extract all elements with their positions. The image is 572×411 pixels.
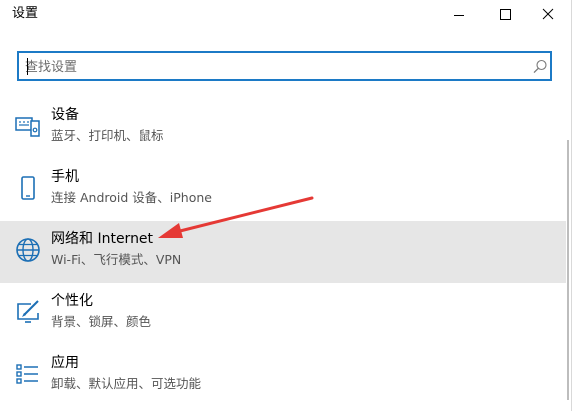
search-icon[interactable] (531, 58, 549, 76)
window-title: 设置 (12, 6, 39, 21)
personalization-icon (14, 298, 42, 326)
minimize-button[interactable] (436, 0, 482, 30)
text-caret (27, 58, 28, 75)
category-subtitle: 卸载、默认应用、可选功能 (51, 376, 202, 391)
category-subtitle: 蓝牙、打印机、鼠标 (51, 128, 164, 143)
title-bar: 设置 (0, 0, 572, 30)
maximize-button[interactable] (482, 0, 528, 30)
category-network-internet[interactable]: 网络和 Internet Wi-Fi、飞行模式、VPN (0, 221, 566, 283)
category-apps[interactable]: 应用 卸载、默认应用、可选功能 (0, 345, 566, 407)
category-title: 手机 (51, 169, 79, 185)
category-phone[interactable]: 手机 连接 Android 设备、iPhone (0, 159, 566, 221)
apps-icon (14, 360, 42, 388)
close-button[interactable] (526, 0, 572, 30)
minimize-icon (454, 15, 464, 16)
category-subtitle: 背景、锁屏、颜色 (51, 314, 152, 329)
settings-window: 设置 查找设置 设备 蓝牙、打印机、鼠标 手机 连接 Android 设备、iP… (0, 0, 572, 411)
category-title: 设备 (51, 107, 79, 123)
category-title: 网络和 Internet (51, 231, 154, 247)
phone-icon (14, 174, 42, 202)
category-personalization[interactable]: 个性化 背景、锁屏、颜色 (0, 283, 566, 345)
category-subtitle: 连接 Android 设备、iPhone (51, 190, 212, 205)
category-title: 个性化 (51, 293, 93, 309)
search-input[interactable] (25, 57, 515, 77)
devices-icon (14, 112, 42, 140)
close-icon (542, 8, 554, 20)
globe-icon (14, 236, 42, 264)
category-subtitle: Wi-Fi、飞行模式、VPN (51, 252, 182, 267)
vertical-scrollbar[interactable] (567, 140, 569, 400)
category-devices[interactable]: 设备 蓝牙、打印机、鼠标 (0, 97, 566, 159)
search-box[interactable] (17, 51, 552, 81)
maximize-icon (500, 9, 511, 20)
category-title: 应用 (51, 355, 79, 371)
